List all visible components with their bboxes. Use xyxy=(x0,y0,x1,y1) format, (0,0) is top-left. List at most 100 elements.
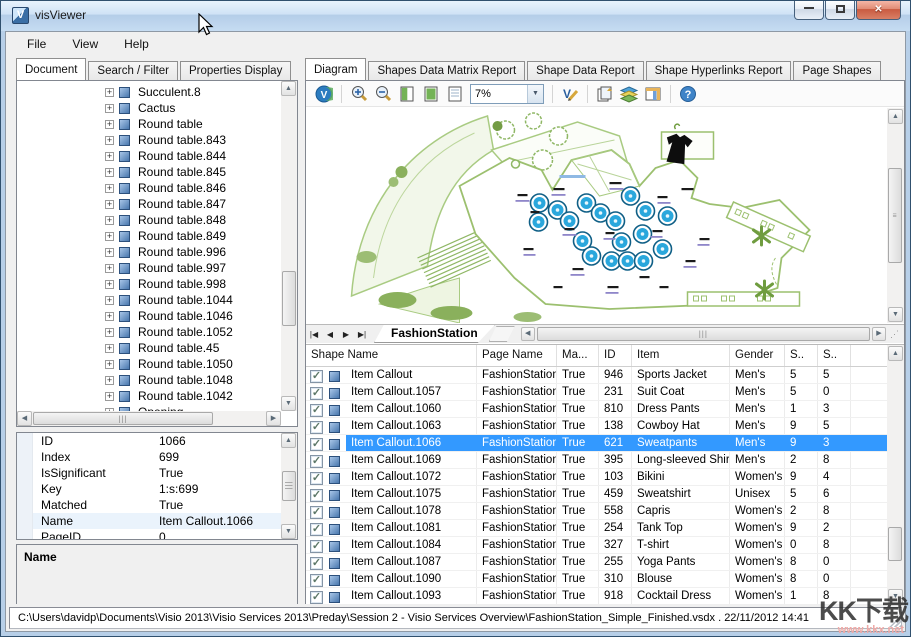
row-checkbox[interactable]: ✓ xyxy=(310,387,323,400)
data-columns-icon[interactable] xyxy=(642,84,664,104)
table-row[interactable]: ✓ Item Callout.1081 FashionStation True … xyxy=(306,520,887,537)
expand-icon[interactable]: + xyxy=(105,312,114,321)
scroll-up-icon[interactable]: ▲ xyxy=(281,433,296,448)
property-value[interactable]: 0 xyxy=(155,529,297,540)
page-tab-fashionstation[interactable]: FashionStation xyxy=(374,325,495,343)
title-bar[interactable]: V visViewer ✕ xyxy=(1,1,910,31)
tree-horizontal-scrollbar[interactable]: ◀ ||| ▶ xyxy=(17,411,281,426)
tree-vscroll-thumb[interactable] xyxy=(282,271,296,326)
expand-icon[interactable]: + xyxy=(105,184,114,193)
property-value[interactable]: 1066 xyxy=(155,433,297,449)
expand-icon[interactable]: + xyxy=(105,248,114,257)
table-row[interactable]: ✓ Item Callout.1078 FashionStation True … xyxy=(306,503,887,520)
tree-item[interactable]: + Round table.1046 xyxy=(17,308,280,324)
expand-icon[interactable]: + xyxy=(105,88,114,97)
tab-document[interactable]: Document xyxy=(16,58,86,80)
tree-item[interactable]: + Round table xyxy=(17,116,280,132)
tree-item[interactable]: + Round table.1052 xyxy=(17,324,280,340)
expand-icon[interactable]: + xyxy=(105,264,114,273)
table-row[interactable]: ✓ Item Callout.1072 FashionStation True … xyxy=(306,469,887,486)
column-page-name[interactable]: Page Name xyxy=(477,345,557,366)
expand-icon[interactable]: + xyxy=(105,232,114,241)
prop-vscroll-thumb[interactable]: ||| xyxy=(282,471,296,501)
tab-page-shapes[interactable]: Page Shapes xyxy=(793,61,880,80)
scroll-left-icon[interactable]: ◀ xyxy=(521,327,535,341)
visio-viewer-icon[interactable]: V xyxy=(313,84,335,104)
minimize-button[interactable] xyxy=(794,1,824,20)
chevron-down-icon[interactable]: ▼ xyxy=(527,85,543,103)
row-checkbox[interactable]: ✓ xyxy=(310,489,323,502)
tab-shape-hyperlinks-report[interactable]: Shape Hyperlinks Report xyxy=(646,61,792,80)
property-row[interactable]: Index 699 xyxy=(17,449,297,465)
menu-file[interactable]: File xyxy=(14,33,59,55)
menu-view[interactable]: View xyxy=(59,33,111,55)
strip-resize-grip[interactable]: ⋰ xyxy=(890,329,904,340)
expand-icon[interactable]: + xyxy=(105,328,114,337)
table-row[interactable]: ✓ Item Callout.1093 FashionStation True … xyxy=(306,588,887,605)
expand-icon[interactable]: + xyxy=(105,152,114,161)
scroll-up-icon[interactable]: ▲ xyxy=(281,81,296,96)
property-row[interactable]: PageID 0 xyxy=(17,529,297,540)
tab-properties-display[interactable]: Properties Display xyxy=(180,61,291,80)
tree-item[interactable]: + Round table.849 xyxy=(17,228,280,244)
tree-vertical-scrollbar[interactable]: ▲ ▼ xyxy=(281,81,297,411)
close-button[interactable]: ✕ xyxy=(856,1,901,20)
expand-icon[interactable]: + xyxy=(105,280,114,289)
scroll-down-icon[interactable]: ▼ xyxy=(281,396,296,411)
property-row[interactable]: Name Item Callout.1066 xyxy=(17,513,297,529)
scroll-right-icon[interactable]: ▶ xyxy=(872,327,886,341)
tab-shapes-data-matrix-report[interactable]: Shapes Data Matrix Report xyxy=(368,61,525,80)
scroll-left-icon[interactable]: ◀ xyxy=(17,411,32,426)
table-row[interactable]: ✓ Item Callout.1069 FashionStation True … xyxy=(306,452,887,469)
expand-icon[interactable]: + xyxy=(105,376,114,385)
prev-page-button[interactable]: ◀ xyxy=(322,327,338,342)
table-row[interactable]: ✓ Item Callout.1060 FashionStation True … xyxy=(306,401,887,418)
page-horizontal-scrollbar[interactable]: ◀ ||| ▶ xyxy=(521,326,886,342)
tree-item[interactable]: + Round table.847 xyxy=(17,196,280,212)
tree-item[interactable]: + Succulent.8 xyxy=(17,84,280,100)
row-checkbox[interactable]: ✓ xyxy=(310,455,323,468)
row-checkbox[interactable]: ✓ xyxy=(310,557,323,570)
menu-help[interactable]: Help xyxy=(111,33,162,55)
row-checkbox[interactable]: ✓ xyxy=(310,506,323,519)
tree-item[interactable]: + Opening xyxy=(17,404,280,411)
table-row[interactable]: ✓ Item Callout.1063 FashionStation True … xyxy=(306,418,887,435)
tree-item[interactable]: + Round table.998 xyxy=(17,276,280,292)
grid-vscroll-thumb[interactable] xyxy=(888,527,902,561)
row-checkbox[interactable]: ✓ xyxy=(310,438,323,451)
table-row[interactable]: ✓ Item Callout.1087 FashionStation True … xyxy=(306,554,887,571)
tab-diagram[interactable]: Diagram xyxy=(305,58,366,80)
row-checkbox[interactable]: ✓ xyxy=(310,421,323,434)
row-checkbox[interactable]: ✓ xyxy=(310,370,323,383)
column-item[interactable]: Item xyxy=(632,345,730,366)
scroll-right-icon[interactable]: ▶ xyxy=(266,411,281,426)
property-row[interactable]: ID 1066 xyxy=(17,433,297,449)
column-id[interactable]: ID xyxy=(599,345,632,366)
scroll-down-icon[interactable]: ▼ xyxy=(888,307,903,322)
zoom-level-select[interactable]: 7% ▼ xyxy=(470,84,544,104)
fit-page-icon[interactable] xyxy=(420,84,442,104)
grid-vertical-scrollbar[interactable]: ▲ ▼ xyxy=(887,345,904,605)
tree-item[interactable]: + Round table.848 xyxy=(17,212,280,228)
page-hscroll-thumb[interactable]: ||| xyxy=(537,327,870,341)
scroll-down-icon[interactable]: ▼ xyxy=(281,524,296,539)
property-value[interactable]: 699 xyxy=(155,449,297,465)
first-page-button[interactable]: |◀ xyxy=(306,327,322,342)
tree-item[interactable]: + Round table.845 xyxy=(17,164,280,180)
expand-icon[interactable]: + xyxy=(105,344,114,353)
table-row[interactable]: ✓ Item Callout.1057 FashionStation True … xyxy=(306,384,887,401)
scroll-up-icon[interactable]: ▲ xyxy=(888,109,903,124)
diagram-vscroll-thumb[interactable]: ≡ xyxy=(888,168,902,263)
property-row[interactable]: Matched True xyxy=(17,497,297,513)
expand-icon[interactable]: + xyxy=(105,104,114,113)
tree-item[interactable]: + Round table.45 xyxy=(17,340,280,356)
table-row[interactable]: ✓ Item Callout.1090 FashionStation True … xyxy=(306,571,887,588)
table-row[interactable]: ✓ Item Callout.1084 FashionStation True … xyxy=(306,537,887,554)
expand-icon[interactable]: + xyxy=(105,392,114,401)
diagram-vertical-scrollbar[interactable]: ▲ ≡ ▼ xyxy=(887,108,904,323)
copy-diagram-icon[interactable] xyxy=(594,84,616,104)
table-row[interactable]: ✓ Item Callout.1066 FashionStation True … xyxy=(306,435,887,452)
tree-item[interactable]: + Cactus xyxy=(17,100,280,116)
column-s1[interactable]: S.. xyxy=(785,345,818,366)
column-s2[interactable]: S.. xyxy=(818,345,851,366)
